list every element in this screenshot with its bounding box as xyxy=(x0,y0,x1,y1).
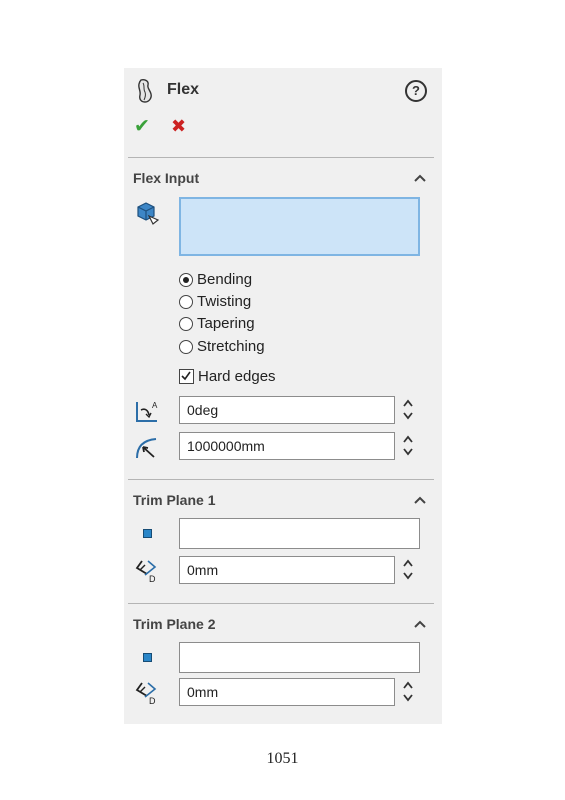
section-title-flex-input: Flex Input xyxy=(133,170,200,186)
section-title-trim-plane-2: Trim Plane 2 xyxy=(133,616,216,632)
vertex-point-icon xyxy=(143,529,152,538)
radio-stretching[interactable]: Stretching xyxy=(179,338,265,358)
ok-button[interactable]: ✔ xyxy=(134,117,150,137)
vertex-point-icon xyxy=(143,653,152,662)
angle-spinner-icon[interactable] xyxy=(401,396,415,424)
checkbox-label: Hard edges xyxy=(198,368,276,385)
radius-icon xyxy=(136,438,157,459)
offset-distance-icon: D xyxy=(135,682,157,706)
bodies-selection-box[interactable] xyxy=(179,197,420,256)
radio-button[interactable] xyxy=(179,340,193,354)
offset-distance-icon: D xyxy=(135,560,157,584)
radio-button-selected[interactable] xyxy=(179,273,193,287)
divider xyxy=(128,603,434,604)
trim-plane-1-spinner-icon[interactable] xyxy=(401,556,415,584)
trim-plane-2-selection-box[interactable] xyxy=(179,642,420,673)
radio-label: Tapering xyxy=(197,315,255,332)
radius-spinner-icon[interactable] xyxy=(401,432,415,460)
trim-plane-1-selection-box[interactable] xyxy=(179,518,420,549)
radio-bending[interactable]: Bending xyxy=(179,271,252,291)
trim-plane-1-distance-input[interactable]: 0mm xyxy=(179,556,395,584)
flex-property-manager: Flex ? ✔ ✖ Flex Input Bending Twisting T… xyxy=(124,68,442,724)
radio-label: Bending xyxy=(197,271,253,288)
radio-tapering[interactable]: Tapering xyxy=(179,315,255,335)
collapse-chevron-up-icon[interactable] xyxy=(414,494,426,506)
bend-angle-icon: A xyxy=(136,401,158,422)
trim-plane-2-spinner-icon[interactable] xyxy=(401,678,415,706)
checkmark-icon xyxy=(181,371,191,381)
radio-label: Twisting xyxy=(197,293,252,310)
cancel-button[interactable]: ✖ xyxy=(171,116,186,136)
collapse-chevron-up-icon[interactable] xyxy=(414,618,426,630)
svg-text:D: D xyxy=(149,574,156,584)
flex-feature-icon xyxy=(138,79,152,103)
solid-bodies-icon xyxy=(137,202,160,225)
hard-edges-checkbox[interactable]: Hard edges xyxy=(179,368,276,388)
panel-title: Flex xyxy=(167,81,200,98)
divider xyxy=(128,479,434,480)
divider xyxy=(128,157,434,158)
section-title-trim-plane-1: Trim Plane 1 xyxy=(133,492,216,508)
trim-plane-2-distance-input[interactable]: 0mm xyxy=(179,678,395,706)
help-icon[interactable]: ? xyxy=(405,80,427,102)
radius-input[interactable]: 1000000mm xyxy=(179,432,395,460)
angle-input[interactable]: 0deg xyxy=(179,396,395,424)
svg-text:D: D xyxy=(149,696,156,706)
checkbox-checked[interactable] xyxy=(179,369,194,384)
collapse-chevron-up-icon[interactable] xyxy=(414,172,426,184)
radio-label: Stretching xyxy=(197,338,265,355)
svg-text:A: A xyxy=(152,401,158,410)
radio-twisting[interactable]: Twisting xyxy=(179,293,251,313)
radio-button[interactable] xyxy=(179,295,193,309)
page-number: 1051 xyxy=(266,750,299,767)
radio-button[interactable] xyxy=(179,317,193,331)
